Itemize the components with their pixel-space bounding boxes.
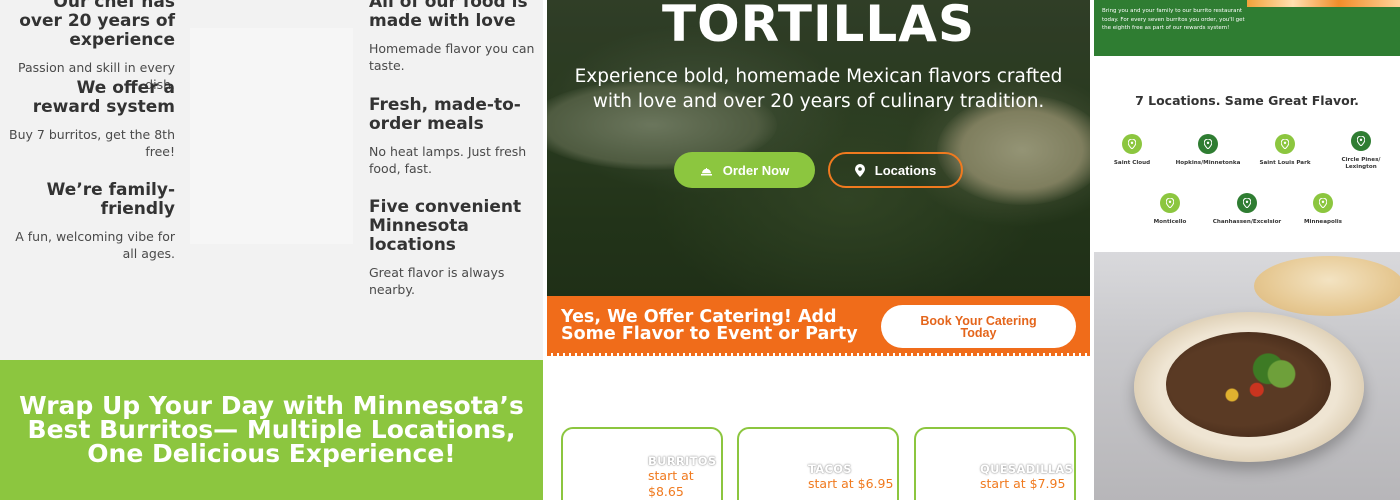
location-name: Chanhassen/Excelsior	[1212, 219, 1282, 225]
location-pin-icon	[1122, 134, 1142, 154]
feature-title: We offer a reward system	[32, 78, 175, 117]
feature-title: Our chef has over 20 years of experience	[19, 0, 175, 50]
feature-desc: Buy 7 burritos, get the 8th free!	[9, 127, 175, 159]
menu-card-tacos[interactable]: TACOS start at $6.95	[737, 427, 899, 500]
location-pin-icon	[1160, 193, 1180, 213]
menu-card-name: TACOS	[808, 462, 852, 476]
location-saint-cloud[interactable]: Saint Cloud	[1094, 134, 1170, 167]
steak-bowl-photo	[1094, 252, 1400, 500]
location-pin-icon	[1198, 134, 1218, 154]
feature-locations: Five convenient Minnesota locations Grea…	[369, 198, 539, 298]
location-pin-icon	[1275, 134, 1295, 154]
reward-text: Bring you and your family to our burrito…	[1102, 8, 1245, 31]
hero-section: TORTILLAS Experience bold, homemade Mexi…	[547, 0, 1090, 296]
location-pin-icon	[1237, 193, 1257, 213]
feature-fresh-meals: Fresh, made-to-order meals No heat lamps…	[369, 96, 539, 177]
reward-bar: Bring you and your family to our burrito…	[1094, 0, 1400, 56]
menu-card-price: start at $6.95	[808, 476, 894, 491]
catering-bar: Yes, We Offer Catering! Add Some Flavor …	[547, 296, 1090, 356]
location-name: Circle Pines/ Lexington	[1341, 157, 1381, 170]
location-pin-icon	[1351, 131, 1371, 151]
menu-card-name: QUESADILLAS	[980, 462, 1074, 476]
location-name: Minneapolis	[1303, 219, 1343, 225]
location-circle-pines-lexington[interactable]: Circle Pines/ Lexington	[1323, 131, 1399, 171]
location-name: Monticello	[1153, 219, 1187, 225]
feature-title: All of our food is made with love	[369, 0, 528, 31]
menu-card-quesadillas[interactable]: QUESADILLAS start at $7.95	[914, 427, 1076, 500]
map-pin-icon	[854, 163, 865, 177]
hero-subtitle: Experience bold, homemade Mexican flavor…	[574, 66, 1063, 112]
feature-title: Five convenient Minnesota locations	[369, 197, 522, 255]
locations-panel: Bring you and your family to our burrito…	[1094, 0, 1400, 500]
menu-card-name: BURRITOS	[648, 454, 717, 468]
location-chanhassen-excelsior[interactable]: Chanhassen/Excelsior	[1209, 193, 1285, 226]
hero-panel: TORTILLAS Experience bold, homemade Mexi…	[547, 0, 1090, 500]
location-name: Saint Louis Park	[1259, 160, 1311, 166]
location-name: Hopkins/Minnetonka	[1175, 160, 1241, 166]
feature-desc: Homemade flavor you can taste.	[369, 41, 535, 73]
location-name: Saint Cloud	[1113, 160, 1151, 166]
locations-label: Locations	[874, 162, 937, 178]
photo-tortilla	[1254, 256, 1400, 316]
order-now-label: Order Now	[722, 162, 790, 178]
feature-made-with-love: All of our food is made with love Homema…	[369, 0, 539, 74]
feature-desc: A fun, welcoming vibe for all ages.	[15, 229, 175, 261]
promo-banner: Wrap Up Your Day with Minnesota’s Best B…	[0, 360, 543, 500]
menu-card-burritos[interactable]: BURRITOS start at $8.65	[561, 427, 723, 500]
menu-card-price: start at $8.65	[648, 468, 694, 499]
feature-desc: Great flavor is always nearby.	[369, 265, 505, 297]
catering-text: Yes, We Offer Catering! Add Some Flavor …	[561, 307, 858, 344]
feature-title: We’re family-friendly	[46, 180, 175, 219]
features-panel: Our chef has over 20 years of experience…	[0, 0, 543, 500]
feature-image-placeholder	[190, 28, 353, 244]
locations-title: 7 Locations. Same Great Flavor.	[1135, 93, 1359, 108]
book-catering-button[interactable]: Book Your Catering Today	[881, 305, 1076, 348]
delivery-dish-icon	[700, 165, 713, 176]
location-pin-icon	[1313, 193, 1333, 213]
location-saint-louis-park[interactable]: Saint Louis Park	[1247, 134, 1323, 167]
location-minneapolis[interactable]: Minneapolis	[1285, 193, 1361, 226]
feature-family-friendly: We’re family-friendly A fun, welcoming v…	[5, 181, 175, 262]
menu-card-price: start at $7.95	[980, 476, 1066, 491]
reward-food-image	[1247, 0, 1400, 7]
location-monticello[interactable]: Monticello	[1132, 193, 1208, 226]
hero-title: TORTILLAS	[661, 0, 975, 53]
feature-desc: No heat lamps. Just fresh food, fast.	[369, 144, 527, 176]
feature-title: Fresh, made-to-order meals	[369, 95, 521, 134]
feature-reward-system: We offer a reward system Buy 7 burritos,…	[5, 79, 175, 160]
location-hopkins-minnetonka[interactable]: Hopkins/Minnetonka	[1170, 134, 1246, 167]
promo-banner-title: Wrap Up Your Day with Minnesota’s Best B…	[19, 391, 524, 468]
order-now-button[interactable]: Order Now	[674, 152, 815, 188]
locations-button[interactable]: Locations	[828, 152, 963, 188]
photo-food	[1166, 332, 1331, 437]
